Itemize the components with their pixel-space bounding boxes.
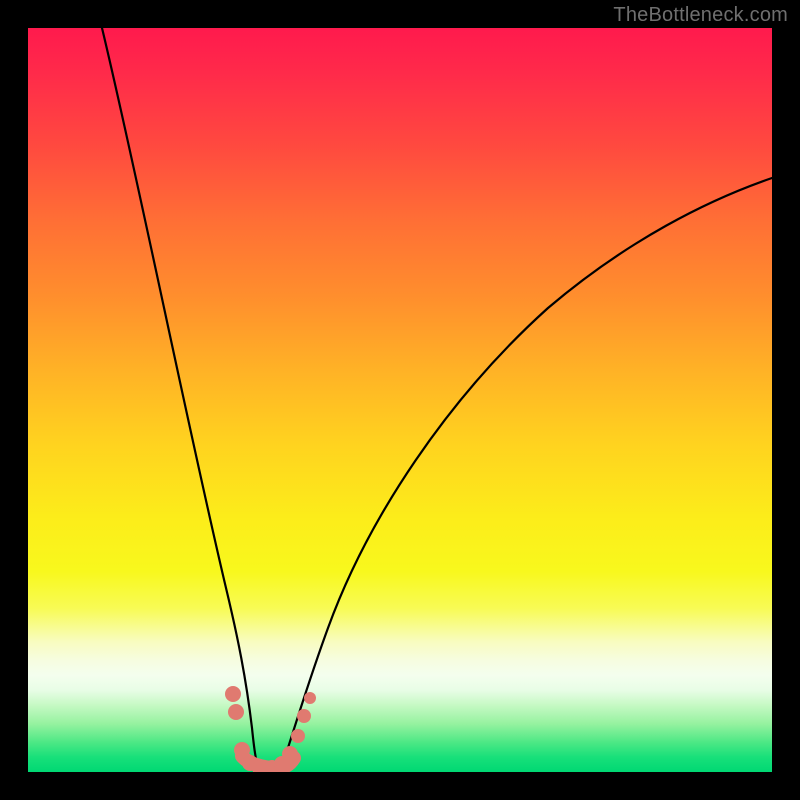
marker-point <box>282 746 298 762</box>
marker-point <box>291 729 305 743</box>
chart-frame: TheBottleneck.com <box>0 0 800 800</box>
curve-left-branch <box>102 28 258 766</box>
curve-right-branch <box>282 178 772 766</box>
chart-plot-area <box>28 28 772 772</box>
marker-point <box>225 686 241 702</box>
watermark-text: TheBottleneck.com <box>613 4 788 27</box>
marker-point <box>304 692 316 704</box>
chart-svg <box>28 28 772 772</box>
marker-point <box>297 709 311 723</box>
marker-point <box>228 704 244 720</box>
